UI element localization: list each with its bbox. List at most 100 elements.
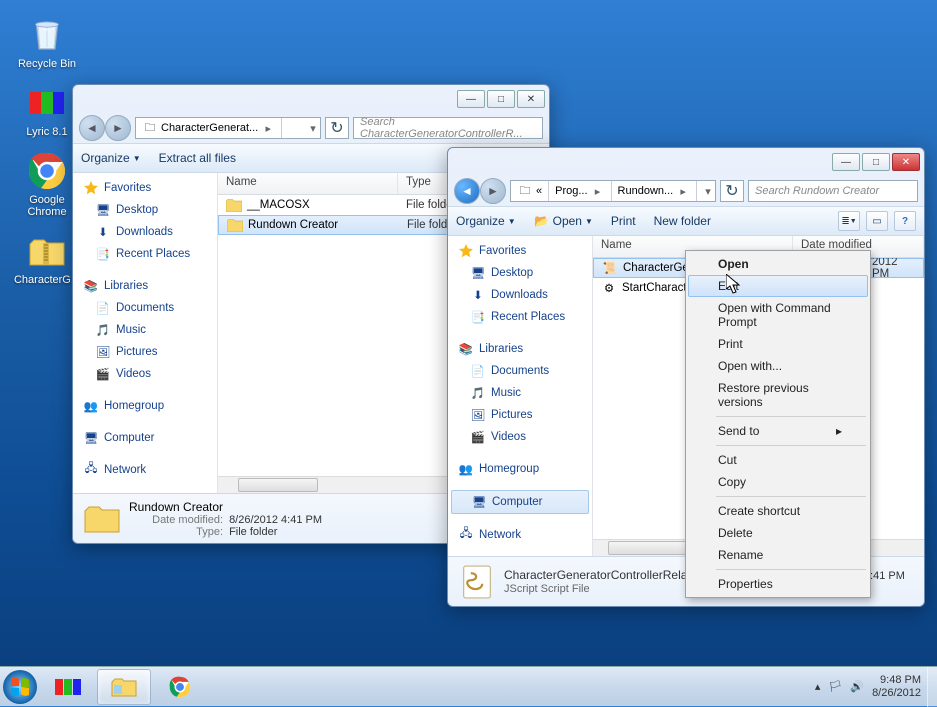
navigation-pane[interactable]: Favorites 🖥Desktop ⬇Downloads 📑Recent Pl… xyxy=(448,236,593,556)
ctxmenu-item-send-to[interactable]: Send to▸ xyxy=(688,420,868,442)
navigation-pane[interactable]: Favorites 🖥Desktop ⬇Downloads 📑Recent Pl… xyxy=(73,173,218,493)
minimize-button[interactable]: — xyxy=(457,90,485,108)
extract-all-button[interactable]: Extract all files xyxy=(159,151,236,165)
nav-libraries[interactable]: 📚Libraries xyxy=(448,338,592,360)
ctxmenu-item-restore-previous-versions[interactable]: Restore previous versions xyxy=(688,377,868,413)
ctxmenu-item-create-shortcut[interactable]: Create shortcut xyxy=(688,500,868,522)
desktop-icon-recycle-bin[interactable]: Recycle Bin xyxy=(12,14,82,70)
ctxmenu-item-edit[interactable]: Edit xyxy=(688,275,868,297)
jscript-icon: 📜 xyxy=(602,260,618,276)
col-name[interactable]: Name xyxy=(218,173,398,194)
nav-buttons: ◄ ► xyxy=(79,115,131,141)
tray-show-hidden-icon[interactable]: ▴ xyxy=(815,680,821,693)
nav-documents[interactable]: 📄Documents xyxy=(448,360,592,382)
minimize-button[interactable]: — xyxy=(832,153,860,171)
address-bar[interactable]: 🗀CharacterGenerat...▸ ▾ xyxy=(135,117,321,139)
nav-computer[interactable]: 🖥Computer xyxy=(451,490,589,514)
nav-computer[interactable]: 🖥Computer xyxy=(73,427,217,449)
libraries-icon: 📚 xyxy=(458,341,474,357)
taskbar-pinned-lyric[interactable] xyxy=(41,669,95,705)
nav-homegroup[interactable]: 👥Homegroup xyxy=(73,395,217,417)
ctxmenu-item-open[interactable]: Open xyxy=(688,253,868,275)
ctxmenu-item-rename[interactable]: Rename xyxy=(688,544,868,566)
nav-recent-places[interactable]: 📑Recent Places xyxy=(448,306,592,328)
folder-thumb-icon xyxy=(83,500,121,538)
nav-music[interactable]: 🎵Music xyxy=(73,319,217,341)
nav-network[interactable]: 🖧Network xyxy=(448,524,592,546)
close-button[interactable]: ✕ xyxy=(517,90,545,108)
maximize-button[interactable]: □ xyxy=(487,90,515,108)
documents-icon: 📄 xyxy=(470,363,486,379)
nav-music[interactable]: 🎵Music xyxy=(448,382,592,404)
open-menu[interactable]: 📂Open ▼ xyxy=(534,213,593,229)
refresh-button[interactable]: ↻ xyxy=(325,117,349,139)
address-bar[interactable]: 🗀« Prog...▸ Rundown...▸ ▾ xyxy=(510,180,716,202)
zip-icon: 🗀 xyxy=(142,120,158,136)
print-button[interactable]: Print xyxy=(611,214,636,228)
nav-videos[interactable]: 🎬Videos xyxy=(448,426,592,448)
maximize-button[interactable]: □ xyxy=(862,153,890,171)
nav-homegroup[interactable]: 👥Homegroup xyxy=(448,458,592,480)
new-folder-button[interactable]: New folder xyxy=(654,214,711,228)
nav-recent-places[interactable]: 📑Recent Places xyxy=(73,243,217,265)
search-box[interactable]: Search Rundown Creator xyxy=(748,180,918,202)
taskbar-chrome[interactable] xyxy=(153,669,207,705)
nav-favorites[interactable]: Favorites xyxy=(73,177,217,199)
system-tray[interactable]: ▴ 🏳 🔊 9:48 PM 8/26/2012 xyxy=(809,674,927,698)
close-button[interactable]: ✕ xyxy=(892,153,920,171)
start-button[interactable] xyxy=(0,667,40,707)
organize-menu[interactable]: Organize ▼ xyxy=(456,214,516,228)
help-button[interactable]: ? xyxy=(894,211,916,231)
taskbar[interactable]: ▴ 🏳 🔊 9:48 PM 8/26/2012 xyxy=(0,666,937,706)
command-bar: Organize ▼ 📂Open ▼ Print New folder ≣ ▼ … xyxy=(448,206,924,236)
nav-favorites[interactable]: Favorites xyxy=(448,240,592,262)
desktop-icon: 🖥 xyxy=(470,265,486,281)
libraries-icon: 📚 xyxy=(83,278,99,294)
view-menu[interactable]: ≣ ▼ xyxy=(838,211,860,231)
nav-videos[interactable]: 🎬Videos xyxy=(73,363,217,385)
tray-volume-icon[interactable]: 🔊 xyxy=(850,680,864,693)
downloads-icon: ⬇ xyxy=(470,287,486,303)
ctxmenu-item-properties[interactable]: Properties xyxy=(688,573,868,595)
forward-button[interactable]: ► xyxy=(105,115,131,141)
ctxmenu-item-copy[interactable]: Copy xyxy=(688,471,868,493)
show-desktop-button[interactable] xyxy=(927,667,937,707)
documents-icon: 📄 xyxy=(95,300,111,316)
search-box[interactable]: Search CharacterGeneratorControllerR... xyxy=(353,117,543,139)
organize-menu[interactable]: Organize ▼ xyxy=(81,151,141,165)
ctxmenu-item-cut[interactable]: Cut xyxy=(688,449,868,471)
computer-icon: 🖥 xyxy=(471,494,487,510)
computer-icon: 🖥 xyxy=(83,430,99,446)
back-button[interactable]: ◄ xyxy=(454,178,480,204)
nav-pictures[interactable]: 🖼Pictures xyxy=(73,341,217,363)
taskbar-explorer[interactable] xyxy=(97,669,151,705)
details-title: Rundown Creator xyxy=(129,500,223,514)
tray-action-center-icon[interactable]: 🏳 xyxy=(828,680,842,693)
nav-network[interactable]: 🖧Network xyxy=(73,459,217,481)
nav-desktop[interactable]: 🖥Desktop xyxy=(73,199,217,221)
preview-pane-button[interactable]: ▭ xyxy=(866,211,888,231)
nav-downloads[interactable]: ⬇Downloads xyxy=(448,284,592,306)
nav-desktop[interactable]: 🖥Desktop xyxy=(448,262,592,284)
pictures-icon: 🖼 xyxy=(470,407,486,423)
nav-documents[interactable]: 📄Documents xyxy=(73,297,217,319)
nav-downloads[interactable]: ⬇Downloads xyxy=(73,221,217,243)
forward-button[interactable]: ► xyxy=(480,178,506,204)
lyric-icon xyxy=(26,82,68,124)
titlebar[interactable]: — □ ✕ xyxy=(448,148,924,176)
nav-libraries[interactable]: 📚Libraries xyxy=(73,275,217,297)
nav-pictures[interactable]: 🖼Pictures xyxy=(448,404,592,426)
nav-buttons: ◄ ► xyxy=(454,178,506,204)
context-menu[interactable]: OpenEditOpen with Command PromptPrintOpe… xyxy=(685,250,871,598)
refresh-button[interactable]: ↻ xyxy=(720,180,744,202)
zip-folder-icon xyxy=(26,230,68,272)
back-button[interactable]: ◄ xyxy=(79,115,105,141)
recent-icon: 📑 xyxy=(95,246,111,262)
ctxmenu-item-open-with-[interactable]: Open with... xyxy=(688,355,868,377)
ctxmenu-item-open-with-command-prompt[interactable]: Open with Command Prompt xyxy=(688,297,868,333)
taskbar-clock[interactable]: 9:48 PM 8/26/2012 xyxy=(872,674,921,698)
desktop-icon: 🖥 xyxy=(95,202,111,218)
ctxmenu-item-delete[interactable]: Delete xyxy=(688,522,868,544)
titlebar[interactable]: — □ ✕ xyxy=(73,85,549,113)
ctxmenu-item-print[interactable]: Print xyxy=(688,333,868,355)
